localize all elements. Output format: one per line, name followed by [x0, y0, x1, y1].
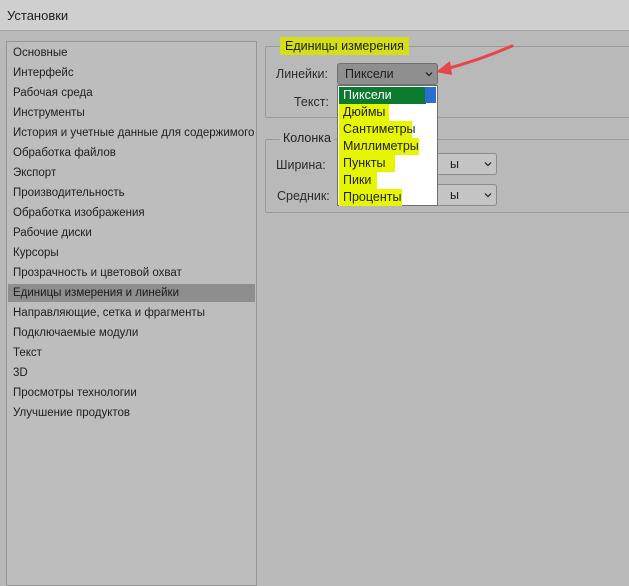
sidebar-item-cursors[interactable]: Курсоры — [8, 244, 255, 262]
gutter-label: Средник: — [277, 189, 330, 203]
sidebar-item-file-handling[interactable]: Обработка файлов — [8, 144, 255, 162]
sidebar-item-image-processing[interactable]: Обработка изображения — [8, 204, 255, 222]
sidebar-item-general[interactable]: Основные — [8, 44, 255, 62]
column-width-unit-value: ы — [450, 157, 459, 171]
window-titlebar: Установки — [0, 0, 629, 31]
dropdown-option-percent[interactable]: Проценты — [339, 189, 402, 206]
dropdown-option-points[interactable]: Пункты — [339, 155, 395, 172]
sidebar-item-transparency[interactable]: Прозрачность и цветовой охват — [8, 264, 255, 282]
dropdown-scroll-edge — [425, 87, 436, 103]
sidebar-item-tools[interactable]: Инструменты — [8, 104, 255, 122]
sidebar-item-history[interactable]: История и учетные данные для содержимого — [8, 124, 255, 142]
sidebar-item-type[interactable]: Текст — [8, 344, 255, 362]
window-title: Установки — [7, 8, 69, 23]
sidebar-item-guides[interactable]: Направляющие, сетка и фрагменты — [8, 304, 255, 322]
annotation-arrow-icon — [436, 44, 514, 75]
sidebar-item-plugins[interactable]: Подключаемые модули — [8, 324, 255, 342]
rulers-dropdown-list: Пиксели Дюймы Сантиметры Миллиметры Пунк… — [337, 85, 438, 206]
dropdown-option-millimeters[interactable]: Миллиметры — [339, 138, 419, 155]
chevron-down-icon — [484, 193, 492, 198]
sidebar-item-tech-previews[interactable]: Просмотры технологии — [8, 384, 255, 402]
gutter-unit-value: ы — [450, 188, 459, 202]
column-width-label: Ширина: — [276, 158, 326, 172]
sidebar-item-interface[interactable]: Интерфейс — [8, 64, 255, 82]
sidebar-item-workspace[interactable]: Рабочая среда — [8, 84, 255, 102]
sidebar-item-units-rulers[interactable]: Единицы измерения и линейки — [8, 284, 255, 302]
type-label: Текст: — [294, 95, 329, 109]
sidebar-item-performance[interactable]: Производительность — [8, 184, 255, 202]
rulers-label: Линейки: — [276, 67, 328, 81]
column-group-title: Колонка — [280, 131, 334, 145]
sidebar-item-scratch-disks[interactable]: Рабочие диски — [8, 224, 255, 242]
dropdown-option-inches[interactable]: Дюймы — [339, 104, 389, 121]
dropdown-option-pixels[interactable]: Пиксели — [339, 87, 426, 104]
sidebar-item-product-improvement[interactable]: Улучшение продуктов — [8, 404, 255, 422]
units-group-title: Единицы измерения — [280, 37, 409, 55]
rulers-select[interactable]: Пиксели — [337, 63, 438, 85]
sidebar-item-3d[interactable]: 3D — [8, 364, 255, 382]
sidebar-item-export[interactable]: Экспорт — [8, 164, 255, 182]
chevron-down-icon — [484, 162, 492, 167]
rulers-select-value: Пиксели — [345, 67, 394, 81]
dropdown-option-centimeters[interactable]: Сантиметры — [339, 121, 416, 138]
preferences-sidebar: Основные Интерфейс Рабочая среда Инструм… — [6, 41, 257, 586]
dropdown-option-picas[interactable]: Пики — [339, 172, 377, 189]
